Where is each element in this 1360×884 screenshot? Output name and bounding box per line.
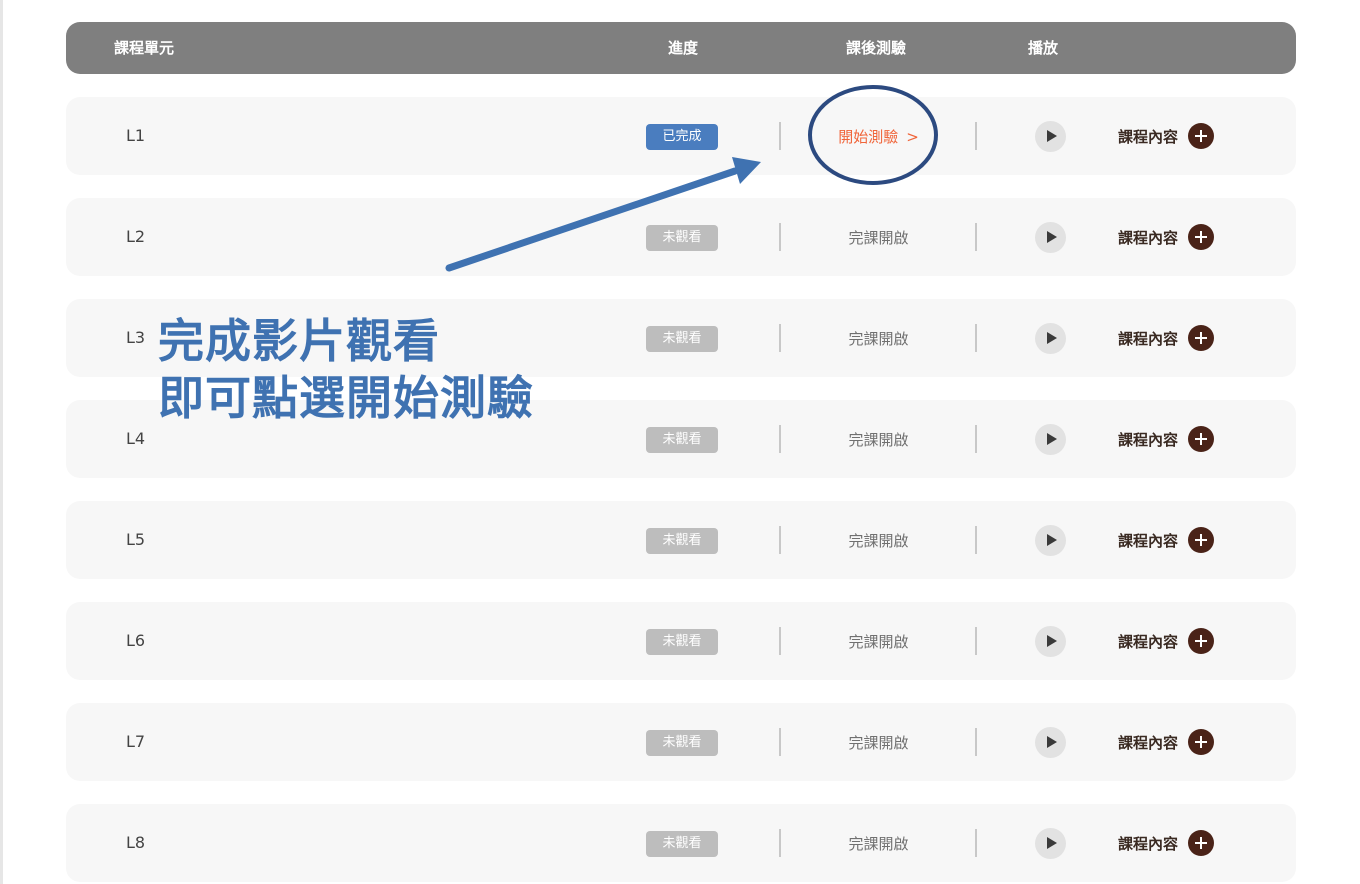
column-divider bbox=[975, 829, 977, 857]
play-icon[interactable] bbox=[1035, 626, 1066, 657]
course-content-label: 課程內容 bbox=[1118, 228, 1179, 247]
plus-circle-icon[interactable] bbox=[1188, 628, 1215, 654]
course-content-label: 課程內容 bbox=[1118, 632, 1179, 651]
quiz-locked-label: 完課開啟 bbox=[848, 532, 909, 550]
column-divider bbox=[779, 728, 781, 756]
header-play-label: 播放 bbox=[1028, 39, 1059, 57]
course-content-toggle[interactable]: 課程內容 bbox=[1118, 501, 1215, 579]
annotation-callout: 完成影片觀看 即可點選開始測驗 bbox=[158, 313, 534, 427]
column-divider bbox=[975, 526, 977, 554]
course-table-header: 課程單元 進度 課後測驗 播放 bbox=[66, 22, 1296, 74]
unit-label: L4 bbox=[126, 429, 146, 448]
column-divider bbox=[975, 728, 977, 756]
column-divider bbox=[975, 223, 977, 251]
column-divider bbox=[975, 627, 977, 655]
unit-label: L3 bbox=[126, 328, 146, 347]
play-icon[interactable] bbox=[1035, 828, 1066, 859]
plus-circle-icon[interactable] bbox=[1188, 426, 1215, 452]
chevron-right-icon: > bbox=[906, 128, 919, 146]
play-icon[interactable] bbox=[1035, 121, 1066, 152]
course-content-label: 課程內容 bbox=[1118, 733, 1179, 752]
unit-label: L2 bbox=[126, 227, 146, 246]
status-badge: 已完成 bbox=[646, 124, 718, 150]
play-icon[interactable] bbox=[1035, 727, 1066, 758]
status-badge: 未觀看 bbox=[646, 326, 718, 352]
column-divider bbox=[779, 627, 781, 655]
column-divider bbox=[779, 324, 781, 352]
course-content-toggle[interactable]: 課程內容 bbox=[1118, 804, 1215, 882]
column-divider bbox=[779, 425, 781, 453]
course-content-label: 課程內容 bbox=[1118, 329, 1179, 348]
column-divider bbox=[779, 526, 781, 554]
status-badge: 未觀看 bbox=[646, 831, 718, 857]
course-content-label: 課程內容 bbox=[1118, 430, 1179, 449]
column-divider bbox=[975, 425, 977, 453]
status-badge: 未觀看 bbox=[646, 225, 718, 251]
quiz-locked-label: 完課開啟 bbox=[848, 431, 909, 449]
play-icon[interactable] bbox=[1035, 525, 1066, 556]
column-divider bbox=[779, 223, 781, 251]
course-unit-row: L5 未觀看 完課開啟 課程內容 bbox=[66, 501, 1296, 579]
quiz-locked-label: 完課開啟 bbox=[848, 330, 909, 348]
course-content-toggle[interactable]: 課程內容 bbox=[1118, 198, 1215, 276]
plus-circle-icon[interactable] bbox=[1188, 830, 1215, 856]
quiz-locked-label: 完課開啟 bbox=[848, 734, 909, 752]
unit-label: L7 bbox=[126, 732, 146, 751]
header-progress-label: 進度 bbox=[667, 39, 698, 57]
left-edge-divider bbox=[0, 0, 3, 884]
status-badge: 未觀看 bbox=[646, 730, 718, 756]
course-unit-row: L8 未觀看 完課開啟 課程內容 bbox=[66, 804, 1296, 882]
course-unit-row: L7 未觀看 完課開啟 課程內容 bbox=[66, 703, 1296, 781]
quiz-locked-label: 完課開啟 bbox=[848, 633, 909, 651]
plus-circle-icon[interactable] bbox=[1188, 224, 1215, 250]
course-content-toggle[interactable]: 課程內容 bbox=[1118, 703, 1215, 781]
play-icon[interactable] bbox=[1035, 323, 1066, 354]
course-content-toggle[interactable]: 課程內容 bbox=[1118, 400, 1215, 478]
play-icon[interactable] bbox=[1035, 424, 1066, 455]
status-badge: 未觀看 bbox=[646, 528, 718, 554]
course-content-toggle[interactable]: 課程內容 bbox=[1118, 299, 1215, 377]
status-badge: 未觀看 bbox=[646, 629, 718, 655]
course-content-label: 課程內容 bbox=[1118, 531, 1179, 550]
plus-circle-icon[interactable] bbox=[1188, 729, 1215, 755]
column-divider bbox=[975, 324, 977, 352]
course-content-label: 課程內容 bbox=[1118, 834, 1179, 853]
start-quiz-link[interactable]: 開始測驗 > bbox=[796, 97, 961, 175]
course-unit-list: L1 已完成 開始測驗 > 課程內容 L2 未觀看 完課開啟 課程內容 L3 未… bbox=[66, 97, 1296, 884]
course-unit-row: L1 已完成 開始測驗 > 課程內容 bbox=[66, 97, 1296, 175]
unit-label: L5 bbox=[126, 530, 146, 549]
column-divider bbox=[779, 829, 781, 857]
column-divider bbox=[779, 122, 781, 150]
unit-label: L8 bbox=[126, 833, 146, 852]
quiz-locked-label: 完課開啟 bbox=[848, 229, 909, 247]
header-quiz-label: 課後測驗 bbox=[846, 39, 907, 57]
quiz-locked-label: 完課開啟 bbox=[848, 835, 909, 853]
start-quiz-label: 開始測驗 bbox=[838, 128, 899, 146]
status-badge: 未觀看 bbox=[646, 427, 718, 453]
play-icon[interactable] bbox=[1035, 222, 1066, 253]
annotation-line-1: 完成影片觀看 bbox=[158, 314, 440, 368]
course-unit-row: L6 未觀看 完課開啟 課程內容 bbox=[66, 602, 1296, 680]
course-content-label: 課程內容 bbox=[1118, 127, 1179, 146]
plus-circle-icon[interactable] bbox=[1188, 527, 1215, 553]
course-content-toggle[interactable]: 課程內容 bbox=[1118, 97, 1215, 175]
course-unit-row: L2 未觀看 完課開啟 課程內容 bbox=[66, 198, 1296, 276]
plus-circle-icon[interactable] bbox=[1188, 123, 1215, 149]
unit-label: L1 bbox=[126, 126, 146, 145]
unit-label: L6 bbox=[126, 631, 146, 650]
header-unit-label: 課程單元 bbox=[114, 39, 175, 57]
annotation-line-2: 即可點選開始測驗 bbox=[158, 371, 534, 425]
course-page: 課程單元 進度 課後測驗 播放 L1 已完成 開始測驗 > 課程內容 L2 未觀看… bbox=[0, 0, 1360, 884]
column-divider bbox=[975, 122, 977, 150]
plus-circle-icon[interactable] bbox=[1188, 325, 1215, 351]
course-content-toggle[interactable]: 課程內容 bbox=[1118, 602, 1215, 680]
